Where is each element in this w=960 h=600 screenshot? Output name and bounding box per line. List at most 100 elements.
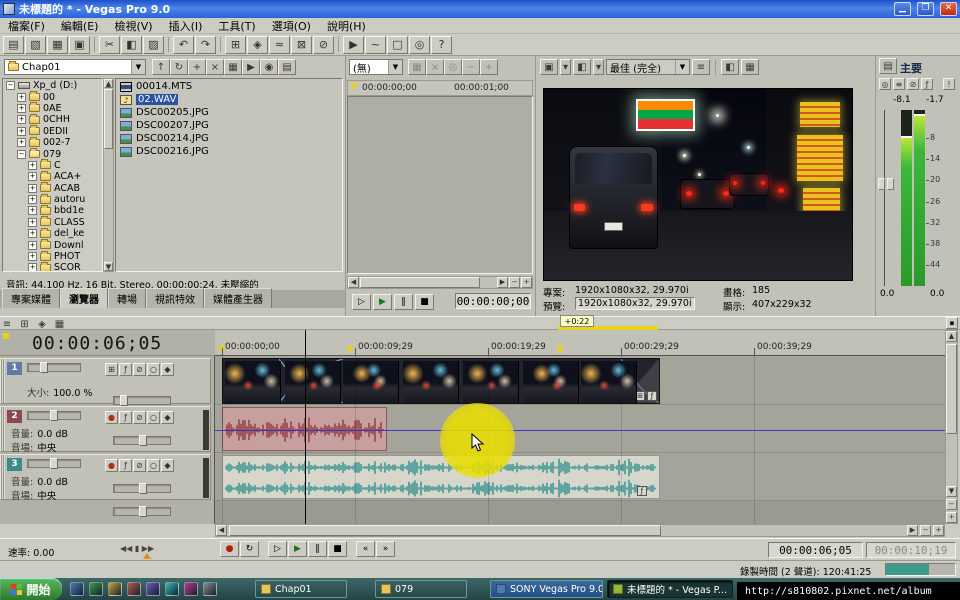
expand-icon[interactable]: + (28, 161, 37, 170)
tree-item-autoru[interactable]: +autoru (4, 194, 101, 205)
expand-icon[interactable]: + (17, 127, 26, 136)
record-arm-icon[interactable]: ● (105, 411, 118, 424)
expand-icon[interactable]: + (28, 229, 37, 238)
solo-icon[interactable]: ○ (147, 411, 160, 424)
track-header-3[interactable]: 3 ●ƒ⊘○◆ 音量:0.0 dB 音場:中央 (0, 454, 211, 500)
collapse-icon[interactable]: − (17, 150, 26, 159)
task-button-1[interactable]: 079 (375, 580, 467, 598)
scrub-marker[interactable] (143, 553, 151, 559)
expand-icon[interactable]: + (28, 252, 37, 261)
trimmer-media-area[interactable] (347, 96, 533, 274)
stop-button[interactable]: ■ (415, 294, 434, 310)
copy-icon[interactable]: ◧ (121, 36, 142, 54)
maximize-button[interactable]: ❐ (917, 2, 934, 16)
auto-crossfade-icon[interactable]: ◈ (247, 36, 268, 54)
expand-icon[interactable]: + (17, 104, 26, 113)
event-fx-icon[interactable]: ƒ (637, 486, 647, 496)
expand-icon[interactable]: + (17, 138, 26, 147)
tab-inactive[interactable]: 轉場 (108, 288, 146, 308)
quick-launch-icon[interactable] (146, 582, 160, 596)
track-fader[interactable] (27, 411, 81, 420)
file-item[interactable]: DSC00207.JPG (117, 119, 341, 132)
tab-inactive[interactable]: 媒體產生器 (204, 288, 272, 308)
chevron-down-icon[interactable]: ▼ (675, 60, 689, 74)
save-frame-icon[interactable]: ▦ (741, 59, 759, 75)
lock-envelopes-icon[interactable]: ⊠ (291, 36, 312, 54)
track-fx-icon[interactable]: ƒ (119, 459, 132, 472)
snap-icon[interactable]: ◈ (35, 319, 49, 331)
auto-preview-icon[interactable]: ◉ (260, 59, 278, 75)
save-preset-icon[interactable]: ▦ (408, 59, 426, 75)
folder-dropdown[interactable]: Chap01 ▼ (4, 59, 146, 75)
save-project-icon[interactable]: ▦ (47, 36, 68, 54)
expand-icon[interactable]: + (28, 184, 37, 193)
audio-event-3[interactable]: ƒ (222, 455, 660, 499)
master-fx-icon[interactable]: ƒ (921, 78, 933, 90)
track-fader[interactable] (27, 459, 81, 468)
preview-quality-dropdown[interactable]: 最佳 (完全) ▼ (606, 59, 690, 75)
trimmer-preset-dropdown[interactable]: (無) ▼ (349, 59, 403, 75)
tree-item-xp-d-d-[interactable]: −Xp_d (D:) (4, 80, 101, 91)
project-properties-icon[interactable]: ▣ (69, 36, 90, 54)
selection-edit-tool-icon[interactable]: □ (387, 36, 408, 54)
loop-playback-button[interactable]: ↻ (240, 541, 259, 557)
refresh-icon[interactable]: ↻ (170, 59, 188, 75)
tree-item-079[interactable]: −079 (4, 148, 101, 159)
expand-icon[interactable]: + (28, 218, 37, 227)
enable-snapping-icon[interactable]: ⊞ (225, 36, 246, 54)
file-item[interactable]: DSC00214.JPG (117, 132, 341, 145)
open-project-icon[interactable]: ▧ (25, 36, 46, 54)
tree-item-00[interactable]: +00 (4, 91, 101, 102)
new-folder-icon[interactable]: + (188, 59, 206, 75)
grid-icon[interactable]: ▦ (53, 319, 67, 331)
tree-item-bbd1e[interactable]: +bbd1e (4, 205, 101, 216)
tree-item-phot[interactable]: +PHOT (4, 251, 101, 262)
new-project-icon[interactable]: ▤ (3, 36, 24, 54)
quick-launch-icon[interactable] (165, 582, 179, 596)
tree-item-0edii[interactable]: +0EDII (4, 126, 101, 137)
quick-launch-icon[interactable] (89, 582, 103, 596)
views-icon[interactable]: ▦ (224, 59, 242, 75)
zoom-selection-icon[interactable]: ◎ (444, 59, 462, 75)
mute-icon[interactable]: ⊘ (133, 363, 146, 376)
tab-inactive[interactable]: 專案媒體 (2, 288, 60, 308)
big-timecode[interactable]: 00:00:06;05 (32, 333, 162, 354)
meter-options-icon[interactable]: ! (943, 78, 955, 90)
volume-slider[interactable] (113, 484, 171, 493)
collapse-icon[interactable]: − (6, 81, 15, 90)
cut-icon[interactable]: ✂ (99, 36, 120, 54)
expand-icon[interactable]: + (28, 263, 37, 272)
whats-this-help-icon[interactable]: ? (431, 36, 452, 54)
ignore-event-grouping-icon[interactable]: ⊘ (313, 36, 334, 54)
play-from-start-button[interactable]: ▷ (268, 541, 287, 557)
timeline-lanes[interactable]: ⊞ ƒ ƒ (215, 356, 945, 524)
task-button-0[interactable]: Chap01 (255, 580, 347, 598)
timeline-marker[interactable] (346, 346, 354, 353)
track-header-2[interactable]: 2 ●ƒ⊘○◆ 音量:0.0 dB 音場:中央 (0, 406, 211, 452)
master-fader-left[interactable] (878, 178, 885, 190)
automation-icon[interactable]: ◆ (161, 459, 174, 472)
tab-inactive[interactable]: 視訊特效 (146, 288, 204, 308)
pause-button[interactable]: ‖ (394, 294, 413, 310)
redo-icon[interactable]: ↷ (195, 36, 216, 54)
delete-preset-icon[interactable]: × (426, 59, 444, 75)
menu-item-3[interactable]: 插入(I) (161, 17, 211, 35)
scrub-control[interactable]: ◀◀ ▮ ▶▶ (120, 544, 154, 553)
media-properties-icon[interactable]: ▤ (278, 59, 296, 75)
delete-icon[interactable]: × (206, 59, 224, 75)
master-fader-right[interactable] (887, 178, 894, 190)
split-screen-icon[interactable]: ◧ (573, 59, 591, 75)
timeline-ruler[interactable]: 00:00:00;0000:00:09;2900:00:19;2900:00:2… (215, 330, 945, 356)
paste-icon[interactable]: ▨ (143, 36, 164, 54)
track-grip[interactable] (1, 455, 5, 499)
downmix-icon[interactable]: ◎ (879, 78, 891, 90)
close-button[interactable]: ✕ (940, 2, 957, 16)
file-item[interactable]: 00014.MTS (117, 80, 341, 93)
record-button[interactable]: ● (220, 541, 239, 557)
quick-launch-icon[interactable] (127, 582, 141, 596)
expand-icon[interactable]: + (17, 115, 26, 124)
quick-launch-icon[interactable] (184, 582, 198, 596)
file-item[interactable]: DSC00216.JPG (117, 145, 341, 158)
mute-icon[interactable]: ⊘ (133, 411, 146, 424)
up-one-level-icon[interactable]: ↑ (152, 59, 170, 75)
